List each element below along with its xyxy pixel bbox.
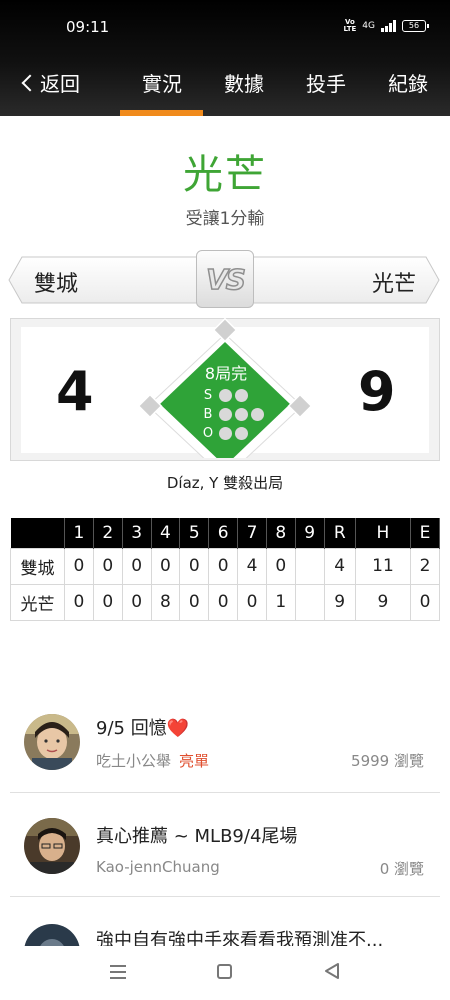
battery-icon: 56: [402, 20, 429, 32]
post-title: 9/5 回憶❤️: [96, 718, 190, 739]
strike-dot: [235, 389, 248, 402]
line-score-header: 1 2 3 4 5 6 7 8 9 R H E: [10, 518, 440, 548]
network-label: 4G: [362, 21, 375, 31]
avatar[interactable]: [24, 714, 80, 770]
hits-cell: 11: [354, 547, 412, 585]
inning-cell: [294, 547, 325, 585]
vs-label: VS: [205, 262, 246, 297]
ball-count: B: [202, 407, 264, 422]
inning-cell: 0: [64, 583, 94, 621]
away-score: 4: [56, 360, 94, 423]
divider: [10, 896, 440, 897]
runs-cell: 4: [323, 547, 356, 585]
home-score: 9: [358, 360, 396, 423]
list-item[interactable]: 9/5 回憶❤️ 吃土小公舉 亮單 5999 瀏覽: [0, 700, 450, 790]
out-dot: [219, 427, 232, 440]
home-team-name: 光芒: [371, 272, 416, 297]
header-cell: 3: [122, 518, 152, 548]
inning-cell: 0: [265, 547, 296, 585]
tab-records[interactable]: 紀錄: [388, 68, 428, 97]
header-cell: 9: [295, 518, 325, 548]
post-title: 真心推薦 ~ MLB9/4尾場: [96, 826, 298, 847]
heart-emoji: ❤️: [166, 718, 190, 739]
inning-cell: 0: [121, 547, 152, 585]
inning-cell: 0: [208, 547, 239, 585]
list-item[interactable]: 真心推薦 ~ MLB9/4尾場 Kao-jennChuang 0 瀏覽: [0, 804, 450, 894]
result-description: 受讓1分輸: [185, 209, 265, 229]
hits-cell: 9: [354, 583, 412, 621]
inning-cell: 0: [121, 583, 152, 621]
header-cell: R: [324, 518, 356, 548]
post-author: 吃土小公舉 亮單: [96, 752, 210, 770]
away-team-name: 雙城: [34, 272, 79, 297]
tab-pitchers[interactable]: 投手: [306, 68, 346, 97]
avatar[interactable]: [24, 924, 80, 946]
ball-dot: [235, 408, 248, 421]
tab-live[interactable]: 實況: [142, 68, 182, 97]
header-cell: 7: [237, 518, 267, 548]
inning-cell: [294, 583, 325, 621]
errors-cell: 0: [410, 583, 440, 621]
inning-cell: 4: [237, 547, 267, 585]
strike-dot: [219, 389, 232, 402]
avatar[interactable]: [24, 818, 80, 874]
volte-icon: Vo LTE: [343, 18, 357, 33]
winner-team: 光芒: [183, 152, 267, 198]
out-dot: [235, 427, 248, 440]
back-label: 返回: [40, 72, 80, 96]
errors-cell: 2: [410, 547, 440, 585]
menu-icon[interactable]: [110, 965, 126, 983]
header-cell: 5: [179, 518, 210, 548]
chevron-left-icon: [21, 74, 39, 91]
inning-cell: 0: [179, 583, 210, 621]
post-tag: 亮單: [179, 752, 210, 770]
inning-cell: 0: [92, 547, 123, 585]
header-cell: 6: [208, 518, 239, 548]
team-cell: 雙城: [10, 547, 65, 585]
home-icon[interactable]: [217, 964, 232, 979]
post-views: 5999 瀏覽: [351, 752, 424, 770]
inning-cell: 0: [64, 547, 94, 585]
last-play: Díaz, Y 雙殺出局: [166, 474, 284, 492]
ball-dot: [219, 408, 232, 421]
inning-status: 8局完: [204, 364, 248, 383]
header-cell: 8: [266, 518, 296, 548]
inning-cell: 0: [179, 547, 210, 585]
table-row: 光芒 0 0 0 8 0 0 0 1 9 9 0: [10, 583, 440, 621]
post-title: 強中自有強中手來看看我預測准不...: [96, 930, 384, 946]
inning-cell: 1: [265, 583, 296, 621]
ball-dot: [251, 408, 264, 421]
inning-cell: 0: [92, 583, 123, 621]
out-count: O: [202, 426, 248, 441]
inning-cell: 0: [237, 583, 267, 621]
post-views: 0 瀏覽: [379, 860, 424, 878]
active-tab-indicator: [120, 110, 203, 116]
header-cell: 4: [151, 518, 181, 548]
inning-cell: 0: [150, 547, 181, 585]
signal-icon: [381, 20, 396, 32]
runs-cell: 9: [323, 583, 356, 621]
tab-stats[interactable]: 數據: [224, 68, 264, 97]
list-item[interactable]: 強中自有強中手來看看我預測准不...: [0, 908, 450, 946]
back-triangle-icon[interactable]: [324, 962, 340, 980]
status-icons: Vo LTE 4G 56: [343, 18, 429, 33]
strike-count: S: [202, 388, 248, 403]
inning-cell: 0: [208, 583, 239, 621]
divider: [10, 792, 440, 793]
table-row: 雙城 0 0 0 0 0 0 4 0 4 11 2: [10, 547, 440, 585]
header-cell: 1: [64, 518, 94, 548]
line-score-table: 1 2 3 4 5 6 7 8 9 R H E 雙城 0 0 0 0 0 0 4…: [10, 518, 440, 621]
header-cell: 2: [93, 518, 123, 548]
app-header: 09:11 Vo LTE 4G 56 返回 實況 數據 投手 紀錄: [0, 0, 450, 116]
back-button[interactable]: 返回: [21, 68, 80, 97]
second-base-icon: [212, 318, 238, 343]
status-time: 09:11: [66, 18, 110, 36]
inning-cell: 8: [150, 583, 181, 621]
header-cell: H: [355, 518, 412, 548]
team-cell: 光芒: [10, 583, 65, 621]
header-cell: E: [410, 518, 440, 548]
post-author: Kao-jennChuang: [96, 858, 220, 876]
vs-badge: VS: [196, 250, 254, 308]
